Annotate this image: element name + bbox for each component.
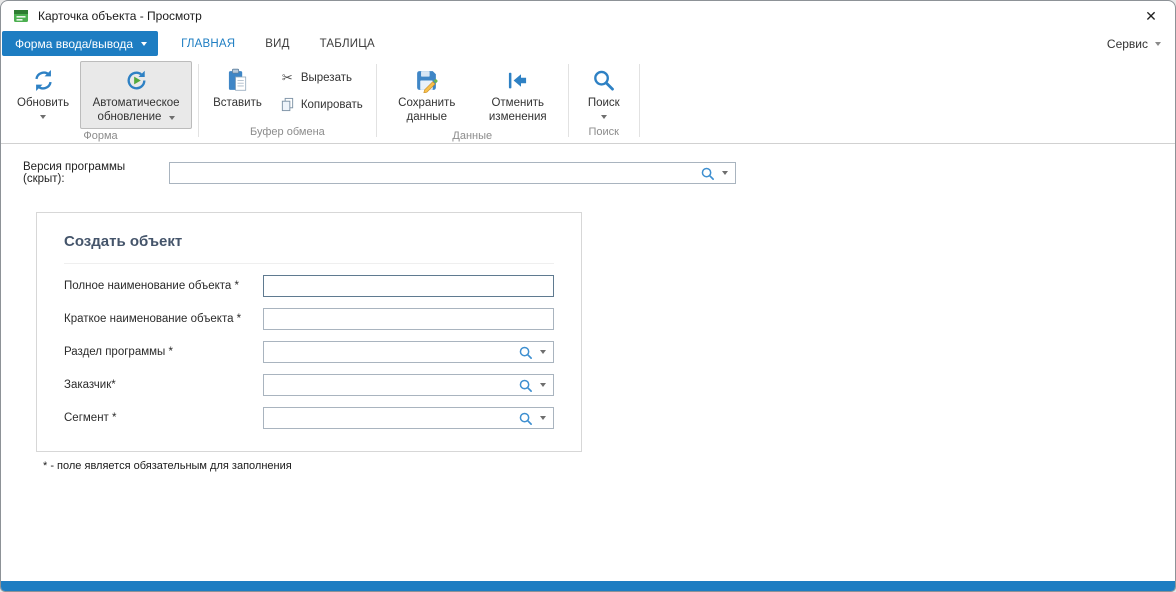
search-label: Поиск bbox=[588, 97, 620, 111]
chevron-down-icon[interactable] bbox=[718, 163, 735, 183]
paste-label: Вставить bbox=[213, 97, 262, 111]
chevron-down-icon[interactable] bbox=[536, 342, 553, 362]
window-title: Карточка объекта - Просмотр bbox=[38, 9, 202, 23]
field-row-customer: Заказчик* bbox=[64, 374, 554, 396]
chevron-down-icon bbox=[1155, 42, 1161, 46]
ribbon-separator bbox=[376, 64, 377, 137]
close-icon[interactable]: ✕ bbox=[1141, 6, 1161, 26]
program-section-input[interactable] bbox=[264, 342, 518, 362]
chevron-down-icon bbox=[601, 115, 607, 119]
ribbon-separator bbox=[639, 64, 640, 137]
segment-label: Сегмент * bbox=[64, 412, 263, 424]
ribbon: Обновить Автоматическое обновление bbox=[1, 57, 1175, 144]
bottom-accent-bar bbox=[1, 581, 1175, 591]
app-menu-button[interactable]: Форма ввода/вывода bbox=[2, 31, 158, 56]
chevron-down-icon bbox=[141, 42, 147, 46]
customer-field bbox=[263, 374, 554, 396]
scissors-icon: ✂ bbox=[280, 70, 295, 85]
chevron-down-icon bbox=[169, 116, 175, 120]
app-icon bbox=[13, 8, 29, 24]
ribbon-group-data: Сохранить данные Отменить изменения Данн… bbox=[378, 59, 567, 143]
paste-button[interactable]: Вставить bbox=[205, 61, 270, 115]
search-icon[interactable] bbox=[518, 378, 533, 393]
copy-button[interactable]: Копировать bbox=[273, 95, 370, 114]
refresh-label: Обновить bbox=[17, 97, 69, 111]
service-label: Сервис bbox=[1107, 37, 1148, 51]
group-caption-search: Поиск bbox=[570, 125, 638, 143]
tab-table[interactable]: ТАБЛИЦА bbox=[305, 30, 390, 57]
refresh-button[interactable]: Обновить bbox=[9, 61, 77, 123]
tab-view[interactable]: ВИД bbox=[250, 30, 304, 57]
cut-button[interactable]: ✂ Вырезать bbox=[273, 68, 370, 87]
paste-icon bbox=[224, 67, 250, 93]
copy-label: Копировать bbox=[301, 99, 363, 111]
version-label: Версия программы (скрыт): bbox=[23, 161, 169, 185]
customer-label: Заказчик* bbox=[64, 379, 263, 391]
undo-changes-label: Отменить изменения bbox=[482, 97, 554, 125]
field-row-program-section: Раздел программы * bbox=[64, 341, 554, 363]
version-lookup-field bbox=[169, 162, 736, 184]
version-field-row: Версия программы (скрыт): bbox=[23, 161, 1175, 185]
required-fields-note: * - поле является обязательным для запол… bbox=[43, 460, 1175, 472]
save-icon bbox=[414, 67, 440, 93]
auto-refresh-icon bbox=[123, 67, 149, 93]
short-name-field bbox=[263, 308, 554, 330]
ribbon-group-search: Поиск Поиск bbox=[570, 59, 638, 143]
program-section-label: Раздел программы * bbox=[64, 346, 263, 358]
search-icon[interactable] bbox=[518, 345, 533, 360]
ribbon-group-clipboard: Вставить ✂ Вырезать Коп bbox=[200, 59, 375, 143]
save-data-label: Сохранить данные bbox=[391, 97, 463, 125]
ribbon-tab-row: Форма ввода/вывода ГЛАВНАЯ ВИД ТАБЛИЦА С… bbox=[1, 30, 1175, 57]
field-row-short-name: Краткое наименование объекта * bbox=[64, 308, 554, 330]
group-caption-data: Данные bbox=[378, 129, 567, 147]
ribbon-group-form: Обновить Автоматическое обновление bbox=[4, 59, 197, 143]
version-input[interactable] bbox=[170, 163, 700, 183]
save-data-button[interactable]: Сохранить данные bbox=[383, 61, 471, 129]
customer-input[interactable] bbox=[264, 375, 518, 395]
refresh-icon bbox=[30, 67, 56, 93]
create-object-groupbox: Создать объект Полное наименование объек… bbox=[36, 212, 582, 452]
title-bar: Карточка объекта - Просмотр ✕ bbox=[1, 1, 1175, 30]
full-name-label: Полное наименование объекта * bbox=[64, 280, 263, 292]
group-caption-clipboard: Буфер обмена bbox=[200, 125, 375, 143]
chevron-down-icon bbox=[40, 115, 46, 119]
search-button[interactable]: Поиск bbox=[575, 61, 633, 123]
service-menu[interactable]: Сервис bbox=[1107, 37, 1161, 51]
program-section-field bbox=[263, 341, 554, 363]
ribbon-separator bbox=[568, 64, 569, 137]
ribbon-separator bbox=[198, 64, 199, 137]
short-name-input[interactable] bbox=[264, 309, 553, 329]
cut-label: Вырезать bbox=[301, 72, 352, 84]
segment-input[interactable] bbox=[264, 408, 518, 428]
undo-changes-button[interactable]: Отменить изменения bbox=[474, 61, 562, 129]
short-name-label: Краткое наименование объекта * bbox=[64, 313, 263, 325]
form-content: Версия программы (скрыт): Создать объект… bbox=[1, 144, 1175, 472]
field-row-segment: Сегмент * bbox=[64, 407, 554, 429]
copy-icon bbox=[280, 97, 295, 112]
app-menu-label: Форма ввода/вывода bbox=[15, 37, 133, 51]
chevron-down-icon[interactable] bbox=[536, 375, 553, 395]
search-icon bbox=[591, 67, 617, 93]
search-icon[interactable] bbox=[518, 411, 533, 426]
full-name-input[interactable] bbox=[264, 276, 553, 296]
ribbon-tabs: ГЛАВНАЯ ВИД ТАБЛИЦА bbox=[166, 30, 390, 57]
groupbox-title: Создать объект bbox=[64, 233, 554, 264]
undo-icon bbox=[505, 67, 531, 93]
full-name-field bbox=[263, 275, 554, 297]
auto-refresh-label: Автоматическое обновление bbox=[93, 97, 180, 123]
group-caption-form: Форма bbox=[4, 129, 197, 147]
field-row-full-name: Полное наименование объекта * bbox=[64, 275, 554, 297]
segment-field bbox=[263, 407, 554, 429]
auto-refresh-button[interactable]: Автоматическое обновление bbox=[80, 61, 192, 129]
chevron-down-icon[interactable] bbox=[536, 408, 553, 428]
object-card-window: Карточка объекта - Просмотр ✕ Форма ввод… bbox=[0, 0, 1176, 592]
search-icon[interactable] bbox=[700, 166, 715, 181]
tab-main[interactable]: ГЛАВНАЯ bbox=[166, 30, 250, 57]
